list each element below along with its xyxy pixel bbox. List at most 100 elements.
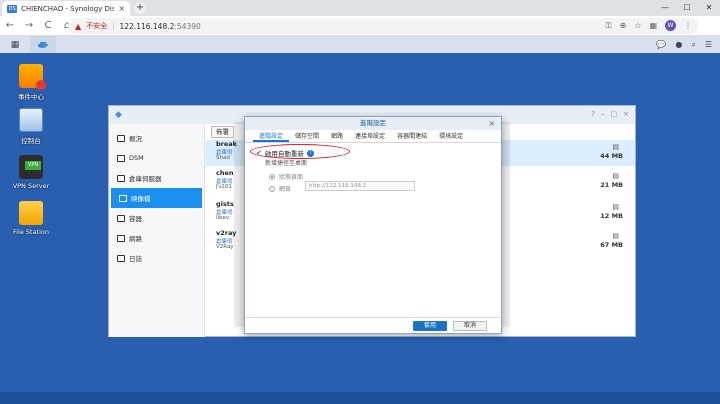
menu-dots-icon[interactable]: ⋮ <box>684 21 692 30</box>
database-icon: ▤ <box>612 143 619 151</box>
status-page-label: 狀態頁面 <box>279 174 304 181</box>
tab-close-icon[interactable]: × <box>118 4 125 13</box>
minimize-button[interactable]: — <box>654 0 676 16</box>
webpage-radio[interactable]: 網頁 <box>269 184 291 193</box>
desktop-icon-label: 控制台 <box>21 137 41 145</box>
desktop-icon-vpn-server[interactable]: VPN VPN Server <box>0 155 62 190</box>
vpn-server-icon: VPN <box>19 155 43 179</box>
docker-taskbar-button[interactable] <box>30 36 56 53</box>
main-menu-icon[interactable]: ▦ <box>0 36 30 53</box>
desktop-icon-event-center[interactable]: 事件中心 <box>0 64 62 101</box>
back-button[interactable]: ← <box>5 20 15 31</box>
new-tab-button[interactable]: + <box>134 2 146 14</box>
sidebar-item-network[interactable]: 網路 <box>109 228 204 248</box>
dialog-close-icon[interactable]: × <box>488 117 495 130</box>
radio-button[interactable] <box>269 185 275 192</box>
zoom-icon[interactable]: ⊕ <box>620 21 627 30</box>
control-panel-icon <box>19 108 43 132</box>
image-name: chen <box>216 169 234 177</box>
tab-environment[interactable]: 環境設定 <box>433 130 469 142</box>
desktop-icon-label: 事件中心 <box>18 93 44 101</box>
sidebar-item-label: 倉庫伺服器 <box>129 175 162 183</box>
auto-restart-checkbox[interactable]: ✔ 啟用自動重新 i <box>256 148 314 158</box>
maximize-button[interactable]: ☐ <box>676 0 698 16</box>
cancel-button[interactable]: 取消 <box>453 321 487 331</box>
widgets-icon[interactable]: ☰ <box>705 40 712 49</box>
launch-button[interactable]: 佈署 <box>211 126 234 138</box>
image-name: gists <box>216 200 234 208</box>
apply-button[interactable]: 套用 <box>413 321 447 331</box>
tab-links[interactable]: 容器間連結 <box>391 130 433 142</box>
image-desc: Shad <box>216 155 230 161</box>
sidebar-item-overview[interactable]: 概況 <box>109 128 204 148</box>
maximize-icon[interactable]: □ <box>611 110 618 118</box>
url-host: 122.116.148.2 <box>119 21 175 31</box>
dialog-titlebar[interactable]: 進階設定 × <box>245 117 501 130</box>
close-icon[interactable]: × <box>623 110 629 118</box>
sidebar-item-image[interactable]: 映像檔 <box>111 188 202 208</box>
info-icon[interactable]: i <box>306 149 314 157</box>
sidebar-item-log[interactable]: 日誌 <box>109 248 204 268</box>
minimize-icon[interactable]: – <box>601 110 605 118</box>
browser-toolbar: ← → C ⌂ ▲ 不安全 | 122.116.148.2:54390 ⚿ ⊕ … <box>0 16 720 36</box>
browser-tab[interactable]: DS CHIENCHAO - Synology DiskS × <box>2 1 130 16</box>
sidebar-item-container[interactable]: 容器 <box>109 208 204 228</box>
database-icon: ▤ <box>612 232 619 240</box>
tab-storage[interactable]: 儲存空間 <box>289 130 325 142</box>
image-desc: libev <box>216 215 230 221</box>
image-size: 21 MB <box>600 181 623 189</box>
radio-button[interactable] <box>269 173 275 180</box>
dialog-title: 進階設定 <box>360 119 386 127</box>
docker-icon <box>38 42 48 48</box>
image-desc: V2Ray <box>216 244 234 250</box>
address-bar[interactable]: ▲ 不安全 | 122.116.148.2:54390 ⚿ ⊕ ☆ ▦ W ⋮ <box>68 18 698 34</box>
image-size: 67 MB <box>600 241 623 249</box>
webpage-url-input[interactable]: http://122.116.148.2 <box>305 181 415 191</box>
overview-icon <box>117 134 125 142</box>
tab-network[interactable]: 網路 <box>325 130 349 142</box>
shortcut-checkbox-label[interactable]: 新增捷徑至桌面 <box>265 158 307 167</box>
search-icon[interactable]: ⌕ <box>691 40 695 50</box>
image-desc: [v201 <box>216 184 232 190</box>
sidebar-item-registry[interactable]: 倉庫伺服器 <box>109 168 204 188</box>
desktop-icon-label: VPN Server <box>12 182 50 190</box>
star-icon[interactable]: ☆ <box>634 21 641 30</box>
desktop-icon-control-panel[interactable]: 控制台 <box>0 108 62 145</box>
tab-port-settings[interactable]: 連接埠設定 <box>349 130 391 142</box>
app-sidebar: 概況 DSM 倉庫伺服器 映像檔 容器 網路 日誌 <box>109 124 205 337</box>
help-icon[interactable]: ? <box>591 110 595 118</box>
checkmark-icon: ✔ <box>256 149 262 157</box>
sidebar-item-label: 概況 <box>129 135 142 143</box>
sidebar-item-label: 網路 <box>129 235 142 243</box>
desktop-icon-file-station[interactable]: File Station <box>0 201 62 236</box>
sidebar-item-label: 日誌 <box>129 255 142 263</box>
dsm-taskbar: ▦ 💬 ● ⌕ ☰ <box>0 36 720 53</box>
image-icon <box>119 194 127 202</box>
sidebar-item-dsm[interactable]: DSM <box>109 148 204 168</box>
container-icon <box>117 214 125 222</box>
log-icon <box>117 254 125 262</box>
status-page-radio[interactable]: 狀態頁面 <box>269 172 303 181</box>
window-controls: — ☐ ✕ <box>654 0 720 16</box>
user-icon[interactable]: ● <box>675 40 682 49</box>
tab-advanced[interactable]: 進階設定 <box>253 130 290 142</box>
dialog-footer: 套用 取消 <box>245 317 501 333</box>
key-icon[interactable]: ⚿ <box>605 21 611 31</box>
profile-avatar[interactable]: W <box>665 20 676 31</box>
registry-icon <box>117 174 125 182</box>
chat-icon[interactable]: 💬 <box>656 40 666 49</box>
browser-tab-strip: DS CHIENCHAO - Synology DiskS × + — ☐ ✕ <box>0 0 720 16</box>
warning-icon: ▲ <box>75 21 82 31</box>
extension-icon[interactable]: ▦ <box>649 21 657 30</box>
reload-button[interactable]: C <box>43 20 53 31</box>
sidebar-item-label: DSM <box>129 154 144 162</box>
dialog-body: ✔ 啟用自動重新 i 新增捷徑至桌面 狀態頁面 網頁 http://122.11… <box>245 143 501 319</box>
webpage-label: 網頁 <box>279 186 292 193</box>
file-station-icon <box>19 201 43 225</box>
omnibox-actions: ⚿ ⊕ ☆ ▦ W ⋮ <box>605 20 692 31</box>
insecure-label: 不安全 <box>86 22 108 30</box>
desktop-icon-label: File Station <box>12 228 50 236</box>
close-window-button[interactable]: ✕ <box>698 0 720 16</box>
url-port: :54390 <box>174 21 201 31</box>
forward-button[interactable]: → <box>24 20 34 31</box>
